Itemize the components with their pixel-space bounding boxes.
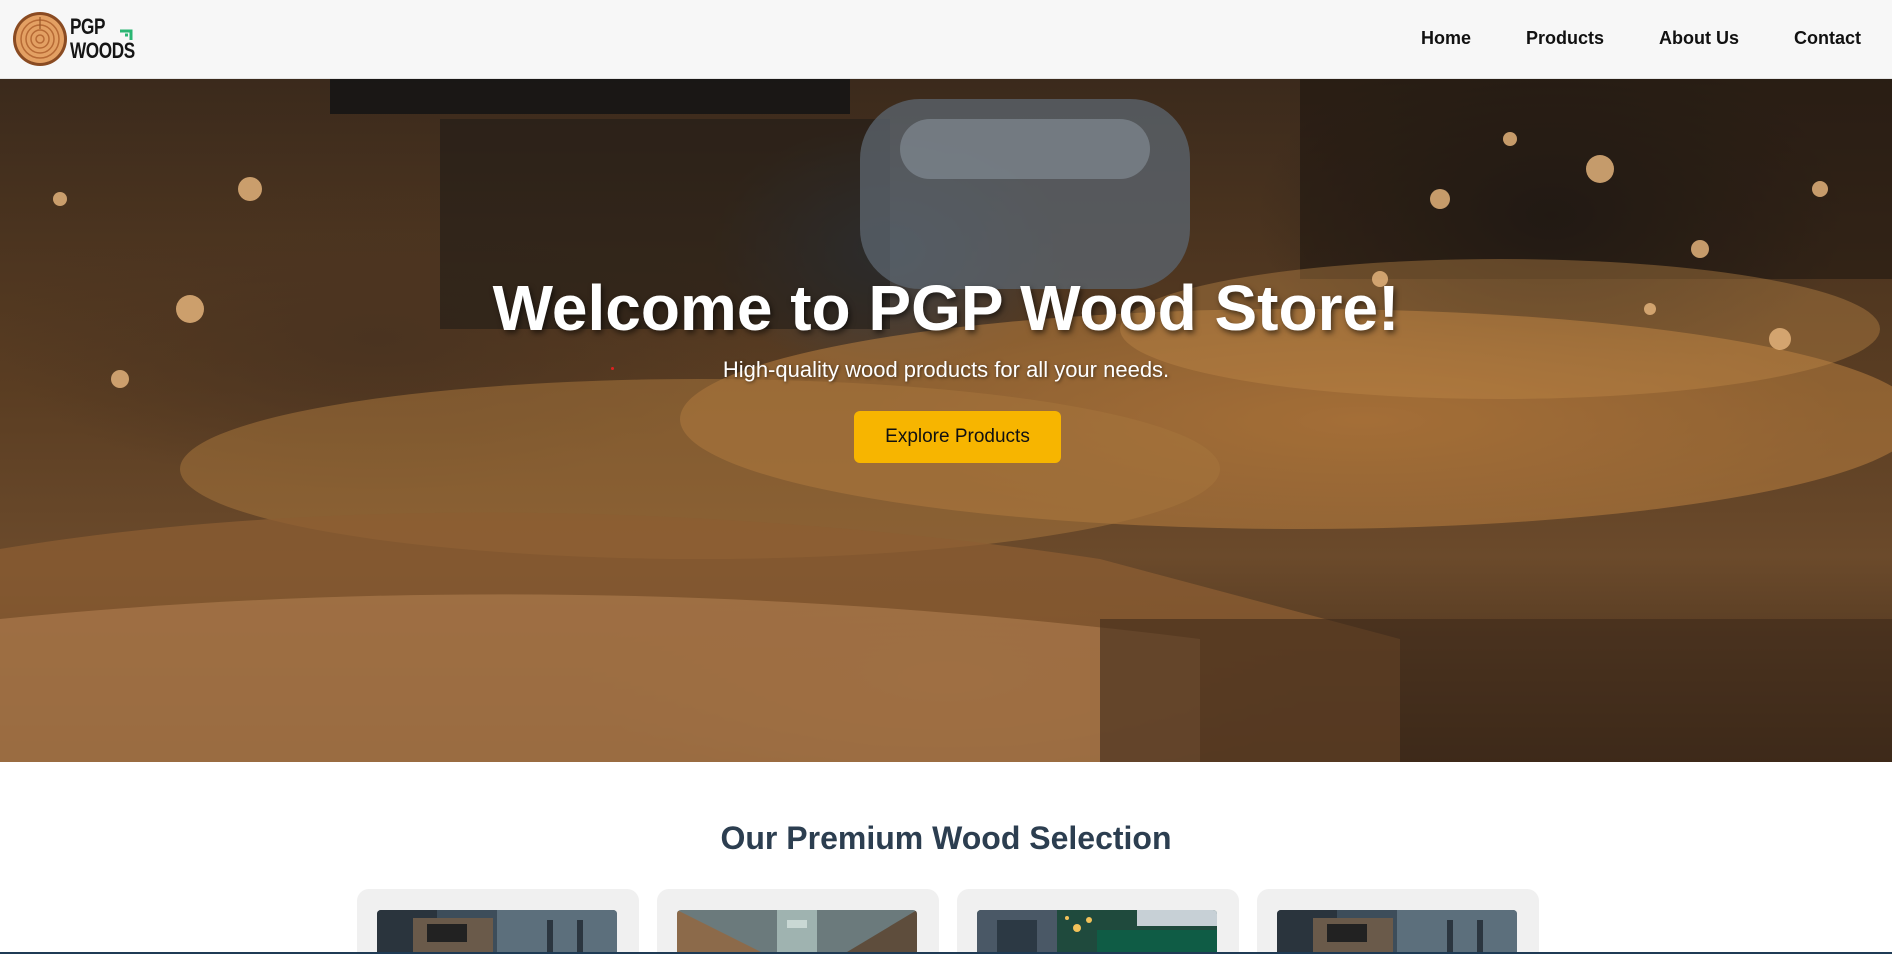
- product-card[interactable]: [957, 889, 1239, 954]
- nav-home-link[interactable]: Home: [1421, 28, 1471, 49]
- product-card[interactable]: [357, 889, 639, 954]
- warehouse-lumber-photo: [677, 910, 917, 954]
- site-header: PGP WOODS Home Products About Us Contact: [0, 0, 1892, 79]
- nav-contact-link[interactable]: Contact: [1794, 28, 1861, 49]
- mouse-cursor-marker: [611, 367, 614, 370]
- product-image: [977, 910, 1217, 954]
- product-image: [1277, 910, 1517, 954]
- sawmill-machine-photo: [1277, 910, 1517, 954]
- product-card[interactable]: [657, 889, 939, 954]
- nav-about-link[interactable]: About Us: [1659, 28, 1739, 49]
- nav-products-link[interactable]: Products: [1526, 28, 1604, 49]
- main-nav: Home Products About Us Contact: [0, 0, 1892, 78]
- explore-products-button[interactable]: Explore Products: [854, 411, 1061, 463]
- product-image: [377, 910, 617, 954]
- product-card[interactable]: [1257, 889, 1539, 954]
- product-image: [677, 910, 917, 954]
- sawmill-machine-photo: [377, 910, 617, 954]
- hero-title: Welcome to PGP Wood Store!: [492, 272, 1400, 344]
- green-machine-sparks-photo: [977, 910, 1217, 954]
- hero-subtitle: High-quality wood products for all your …: [722, 357, 1170, 382]
- hero-banner: Welcome to PGP Wood Store! High-quality …: [0, 79, 1892, 762]
- products-section-title: Our Premium Wood Selection: [720, 820, 1172, 856]
